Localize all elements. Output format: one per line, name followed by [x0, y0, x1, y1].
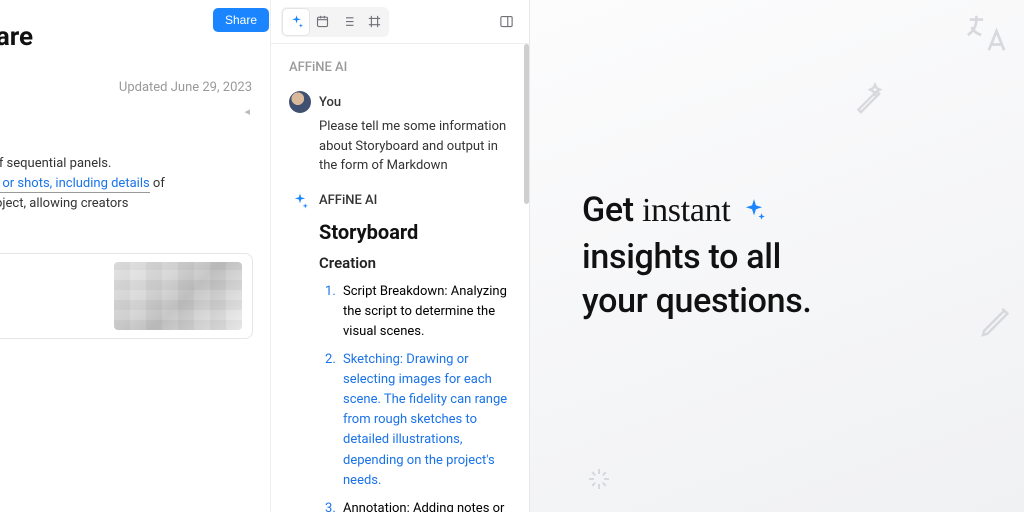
body-line: es describing key scenes or shots, inclu… [0, 174, 258, 194]
ai-chat-panel: AFFiNE AI You Please tell me some inform… [271, 44, 529, 512]
star-burst-icon [584, 464, 614, 494]
list-item: Script Breakdown: Analyzing the script t… [339, 282, 511, 342]
body-link-text[interactable]: es describing key scenes or shots, inclu… [0, 176, 150, 193]
ai-response-subheading: Creation [319, 254, 511, 272]
list-icon[interactable] [335, 9, 361, 35]
ai-response-heading: Storyboard [319, 220, 511, 244]
updated-timestamp: Updated June 29, 2023 [0, 52, 270, 95]
embed-caption: d by a grand ting a striking contr... [0, 280, 102, 311]
ai-sidebar: Share [270, 0, 529, 512]
chat-message-ai: AFFiNE AI Storyboard Creation Script Bre… [289, 190, 511, 512]
message-body: Please tell me some information about St… [289, 117, 511, 176]
message-author: You [319, 95, 341, 110]
body-line: ovide a blueprint for a project, allowin… [0, 194, 258, 214]
share-button[interactable]: Share [213, 8, 269, 32]
body-line: rces in production. [0, 214, 258, 234]
magic-wand-icon [850, 78, 890, 118]
hero-emphasis: instant [642, 192, 731, 229]
body-line: y presented in the form of sequential pa… [0, 154, 258, 174]
document-body[interactable]: y presented in the form of sequential pa… [0, 118, 270, 235]
sparkle-icon [741, 190, 767, 235]
app-window: r Software Updated June 29, 2023 ◂ y pre… [0, 0, 530, 512]
sparkle-icon [289, 190, 311, 212]
ai-panel-title: AFFiNE AI [289, 60, 511, 75]
avatar [289, 91, 311, 113]
chat-message-user: You Please tell me some information abou… [289, 91, 511, 176]
ai-response-list: Script Breakdown: Analyzing the script t… [289, 282, 511, 512]
sidebar-toolbar [271, 0, 529, 44]
marketing-panel: Get instant insights to all your questio… [530, 0, 1024, 512]
hero-headline: Get instant insights to all your questio… [582, 188, 812, 325]
panel-toggle-icon[interactable] [493, 9, 519, 35]
frame-icon[interactable] [361, 9, 387, 35]
embed-thumbnail [114, 262, 242, 330]
view-mode-group [281, 7, 389, 37]
list-item: Sketching: Drawing or selecting images f… [339, 350, 511, 491]
list-item: Annotation: Adding notes or [339, 499, 511, 512]
translate-icon [962, 10, 1008, 56]
message-author: AFFiNE AI [319, 193, 377, 208]
sparkle-icon[interactable] [283, 9, 309, 35]
embed-card[interactable]: d by a grand ting a striking contr... [0, 253, 253, 339]
date-icon[interactable] [309, 9, 335, 35]
document-editor: r Software Updated June 29, 2023 ◂ y pre… [0, 0, 270, 512]
collapse-caret-icon[interactable]: ◂ [0, 95, 270, 118]
pencil-icon [976, 300, 1018, 342]
